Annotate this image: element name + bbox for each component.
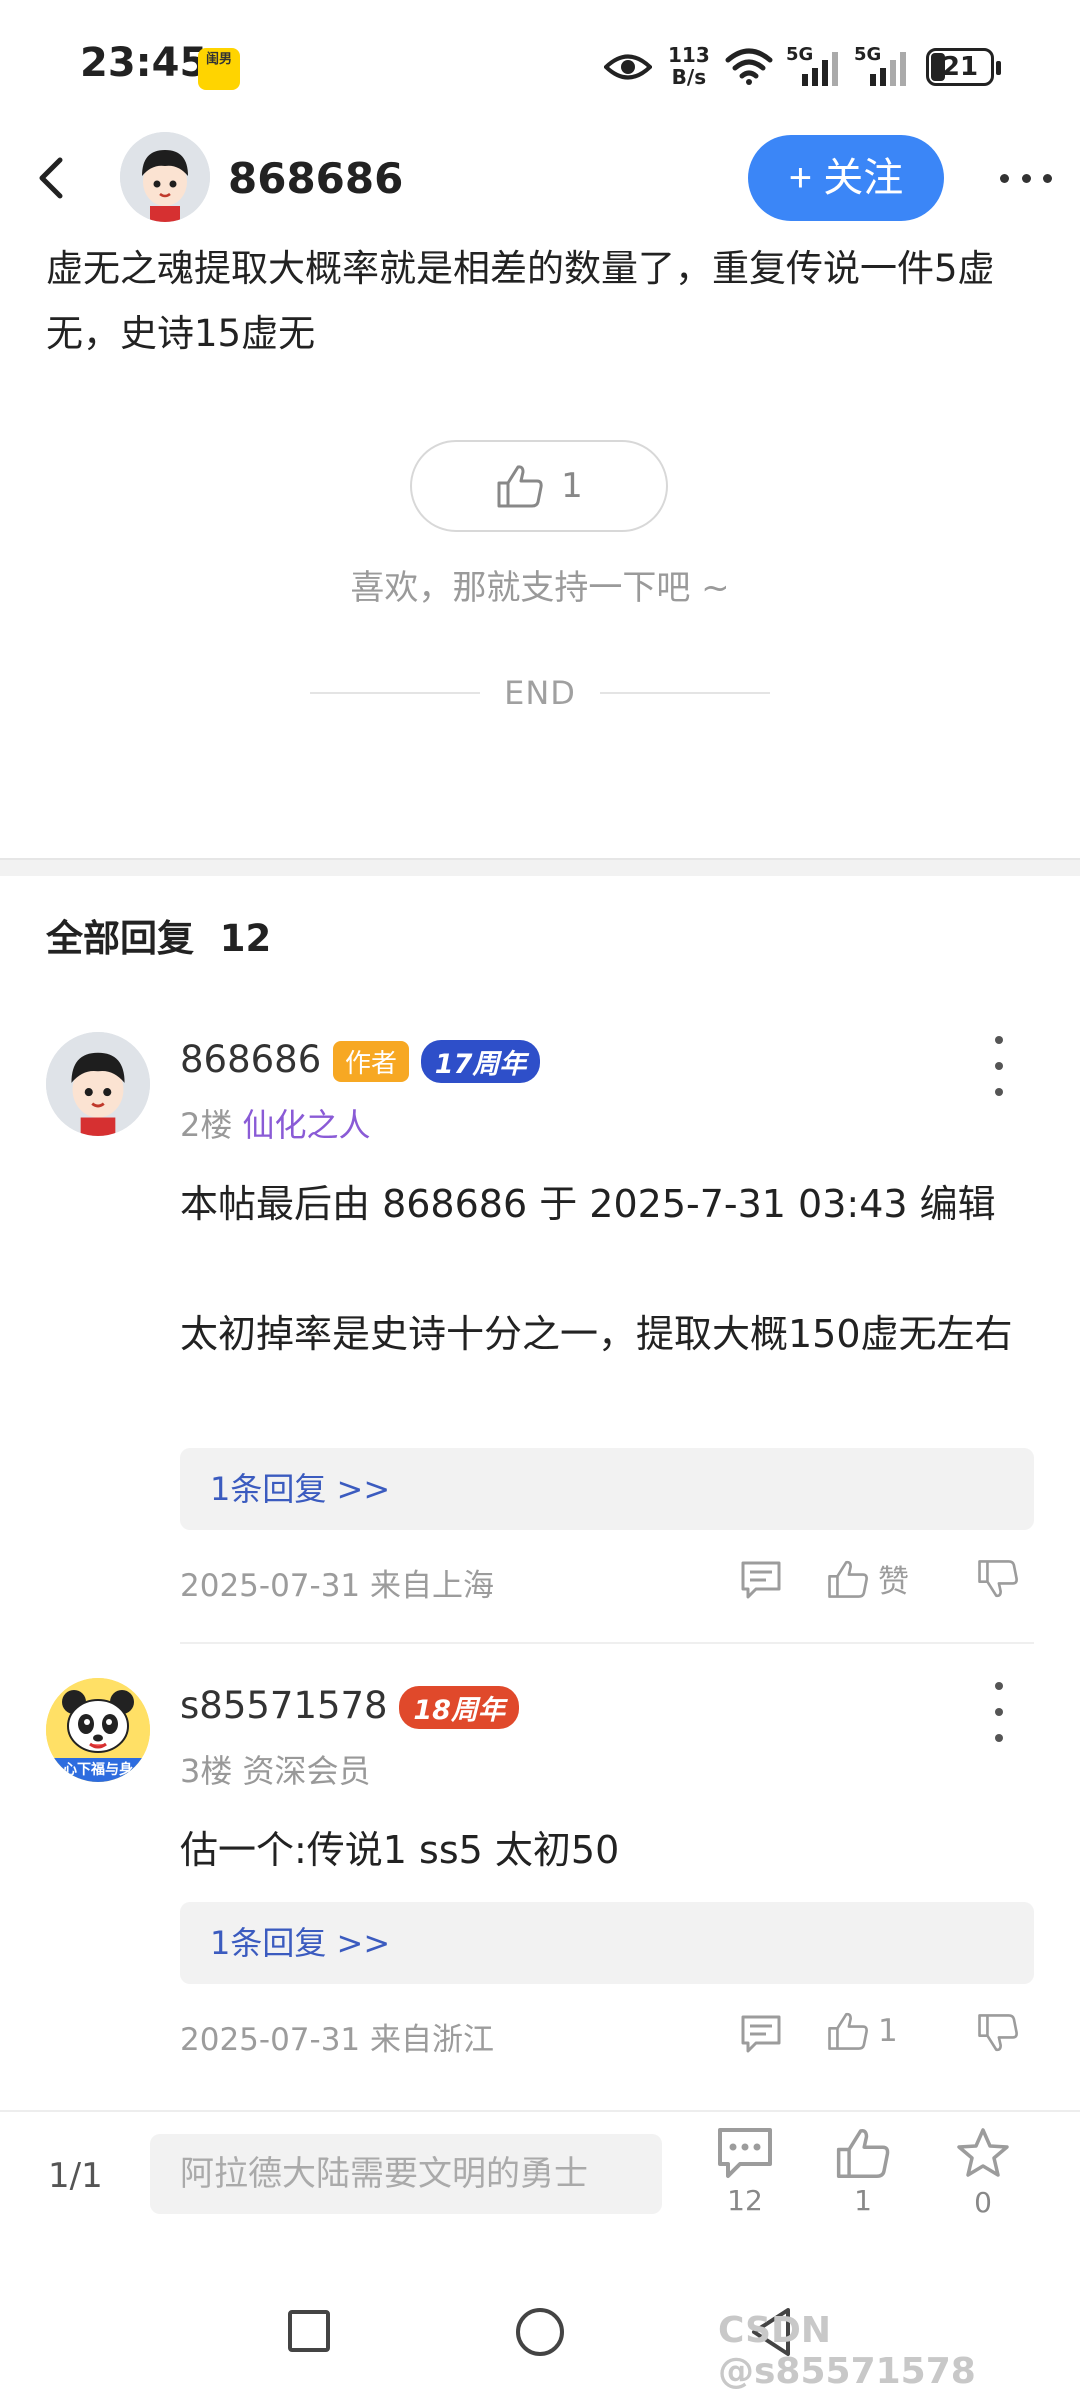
end-line-right bbox=[599, 692, 770, 694]
end-label: END bbox=[504, 674, 576, 712]
battery-level: 21 bbox=[941, 52, 979, 82]
post-like-button[interactable]: 1 bbox=[410, 440, 668, 532]
reply-date-location: 2025-07-31 来自浙江 bbox=[180, 2022, 495, 2058]
reply-author-name-text: 868686 bbox=[180, 1038, 322, 1081]
eye-icon bbox=[604, 54, 652, 80]
signal-1-icon bbox=[802, 52, 838, 86]
home-icon[interactable] bbox=[516, 2308, 564, 2356]
reply-like-count: 1 bbox=[878, 2013, 898, 2049]
reply-avatar[interactable] bbox=[46, 1032, 150, 1136]
reply-more-icon[interactable] bbox=[984, 1682, 1014, 1742]
reply-author-name[interactable]: s85571578 18周年 bbox=[180, 1684, 519, 1729]
reply-like-button[interactable]: 1 bbox=[826, 2010, 898, 2052]
bottom-action-bar: 1/1 阿拉德大陆需要文明的勇士 12 1 0 bbox=[0, 2110, 1080, 2250]
reply-input[interactable]: 阿拉德大陆需要文明的勇士 bbox=[150, 2134, 662, 2214]
like-button[interactable]: 1 bbox=[818, 2126, 908, 2217]
reply-edit-note: 本帖最后由 868686 于 2025-7-31 03:43 编辑 bbox=[180, 1182, 996, 1226]
thumbs-down-icon[interactable] bbox=[976, 1558, 1020, 1600]
reply-avatar[interactable]: 心下福与身 bbox=[46, 1678, 150, 1782]
follow-button[interactable]: + 关注 bbox=[748, 135, 944, 221]
more-options-icon[interactable] bbox=[1000, 174, 1052, 186]
reply-like-label: 赞 bbox=[878, 1564, 909, 1600]
page-indicator[interactable]: 1/1 bbox=[48, 2156, 103, 2196]
reply-like-button[interactable]: 赞 bbox=[826, 1556, 909, 1601]
post-like-count: 1 bbox=[561, 466, 583, 506]
watermark: CSDN @s85571578 bbox=[718, 2310, 976, 2392]
thumbs-up-icon bbox=[836, 2129, 890, 2178]
comment-icon[interactable] bbox=[740, 1560, 782, 1600]
reply-date-location: 2025-07-31 来自上海 bbox=[180, 1568, 495, 1604]
avatar-caption: 心下福与身 bbox=[63, 1762, 133, 1778]
like-prompt: 喜欢，那就支持一下吧 ~ bbox=[350, 568, 730, 608]
wifi-icon bbox=[725, 48, 773, 85]
author-avatar[interactable] bbox=[120, 132, 210, 222]
star-icon bbox=[957, 2128, 1009, 2177]
battery-icon: 21 bbox=[926, 48, 1001, 86]
signal-2-icon bbox=[870, 52, 906, 86]
thumbs-up-icon bbox=[828, 2012, 868, 2050]
like-count: 1 bbox=[854, 2184, 872, 2217]
reply-user-title: 资深会员 bbox=[242, 1752, 371, 1790]
author-badge: 作者 bbox=[333, 1041, 410, 1082]
reply-meta: 2楼 仙化之人 bbox=[180, 1100, 371, 1146]
post-body: 虚无之魂提取大概率就是相差的数量了，重复传说一件5虚无，史诗15虚无 bbox=[46, 247, 995, 355]
reply-text: 太初掉率是史诗十分之一，提取大概150虚无左右 bbox=[180, 1312, 1013, 1356]
anniversary-badge: 18周年 bbox=[399, 1686, 519, 1729]
reply-separator bbox=[180, 1642, 1034, 1644]
comments-button[interactable]: 12 bbox=[700, 2126, 790, 2217]
reply-more-icon[interactable] bbox=[984, 1036, 1014, 1096]
author-name[interactable]: 868686 bbox=[228, 154, 403, 203]
reply-text: 估一个:传说1 ss5 太初50 bbox=[180, 1828, 620, 1872]
subreply-link[interactable]: 1条回复 >> bbox=[180, 1902, 1034, 1984]
favorite-count: 0 bbox=[974, 2186, 992, 2219]
status-bar: 23:45 闺男 113 B/s 5G 5G 21 bbox=[0, 0, 1080, 130]
thumbs-down-icon[interactable] bbox=[976, 2012, 1020, 2054]
net-speed-unit: B/s bbox=[671, 65, 707, 89]
reply-author-name-text: s85571578 bbox=[180, 1684, 388, 1727]
subreply-link[interactable]: 1条回复 >> bbox=[180, 1448, 1034, 1530]
end-marker: END bbox=[0, 674, 1080, 712]
thumbs-up-icon bbox=[497, 465, 543, 508]
cartoon-boy-avatar-icon bbox=[120, 132, 210, 222]
notification-app-icon: 闺男 bbox=[198, 48, 240, 90]
comment-icon[interactable] bbox=[740, 2014, 782, 2054]
end-line-left bbox=[310, 692, 481, 694]
back-arrow-icon[interactable] bbox=[36, 156, 66, 200]
reply-author-name[interactable]: 868686 作者 17周年 bbox=[180, 1038, 541, 1083]
favorite-button[interactable]: 0 bbox=[938, 2126, 1028, 2219]
thumbs-up-icon bbox=[828, 1560, 868, 1598]
status-time: 23:45 bbox=[80, 40, 208, 86]
reply-meta: 3楼 资深会员 bbox=[180, 1746, 371, 1792]
replies-count: 12 bbox=[219, 917, 272, 960]
comment-bubble-icon bbox=[718, 2128, 772, 2178]
replies-heading-label: 全部回复 bbox=[46, 917, 194, 960]
recent-apps-icon[interactable] bbox=[288, 2310, 330, 2352]
reply-floor: 2楼 bbox=[180, 1106, 233, 1144]
section-divider bbox=[0, 858, 1080, 876]
reply-floor: 3楼 bbox=[180, 1752, 233, 1790]
replies-heading: 全部回复 12 bbox=[46, 908, 271, 962]
net-speed-value: 113 bbox=[668, 43, 710, 67]
comment-count: 12 bbox=[727, 2184, 763, 2217]
net-speed: 113 B/s bbox=[668, 44, 710, 88]
cartoon-boy-avatar-icon bbox=[46, 1032, 150, 1136]
reply-user-title: 仙化之人 bbox=[242, 1106, 371, 1144]
anniversary-badge: 17周年 bbox=[420, 1040, 541, 1083]
